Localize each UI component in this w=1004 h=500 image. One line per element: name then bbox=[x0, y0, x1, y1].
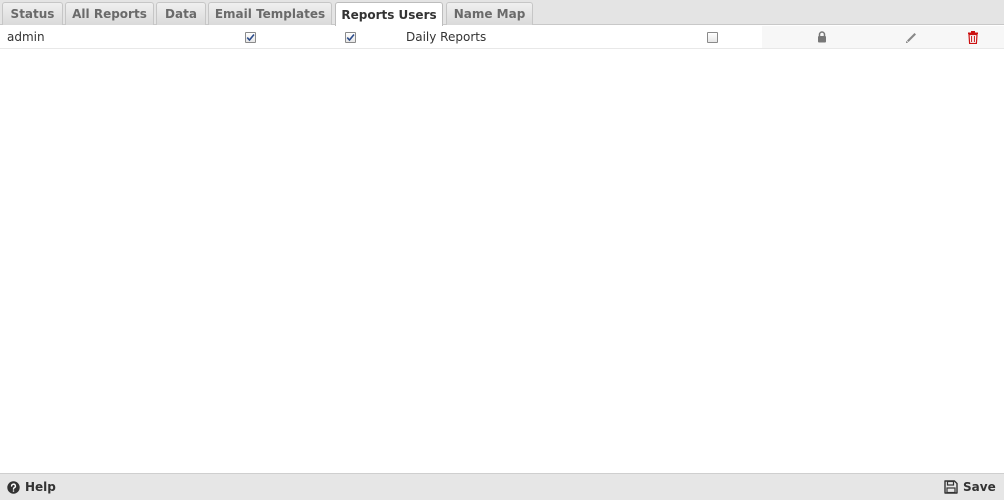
floppy-disk-icon bbox=[944, 480, 958, 494]
option3-cell bbox=[707, 26, 718, 48]
save-label: Save bbox=[963, 480, 996, 494]
tab-email-templates[interactable]: Email Templates bbox=[208, 2, 332, 25]
option1-checkbox[interactable] bbox=[245, 31, 256, 43]
user-report: Daily Reports bbox=[406, 30, 487, 44]
tab-status[interactable]: Status bbox=[2, 2, 63, 25]
option2-checkbox[interactable] bbox=[345, 31, 356, 43]
tab-name-map[interactable]: Name Map bbox=[446, 2, 533, 25]
tab-reports-users[interactable]: Reports Users bbox=[335, 2, 443, 26]
option2-cell bbox=[345, 26, 356, 48]
option1-cell bbox=[245, 26, 256, 48]
table-row: admin Daily Reports bbox=[0, 26, 1004, 49]
trash-icon[interactable] bbox=[966, 26, 979, 48]
tab-data[interactable]: Data bbox=[156, 2, 206, 25]
user-name: admin bbox=[7, 30, 45, 44]
pencil-icon[interactable] bbox=[904, 26, 918, 48]
lock-icon[interactable] bbox=[816, 26, 828, 48]
tab-all-reports[interactable]: All Reports bbox=[65, 2, 154, 25]
tab-bar: Status All Reports Data Email Templates … bbox=[0, 0, 1004, 26]
help-label: Help bbox=[25, 480, 56, 494]
footer-bar: Help Save bbox=[0, 473, 1004, 500]
help-button[interactable]: Help bbox=[7, 474, 56, 500]
save-button[interactable]: Save bbox=[944, 474, 996, 500]
question-circle-icon bbox=[7, 480, 20, 494]
option3-checkbox[interactable] bbox=[707, 31, 718, 43]
